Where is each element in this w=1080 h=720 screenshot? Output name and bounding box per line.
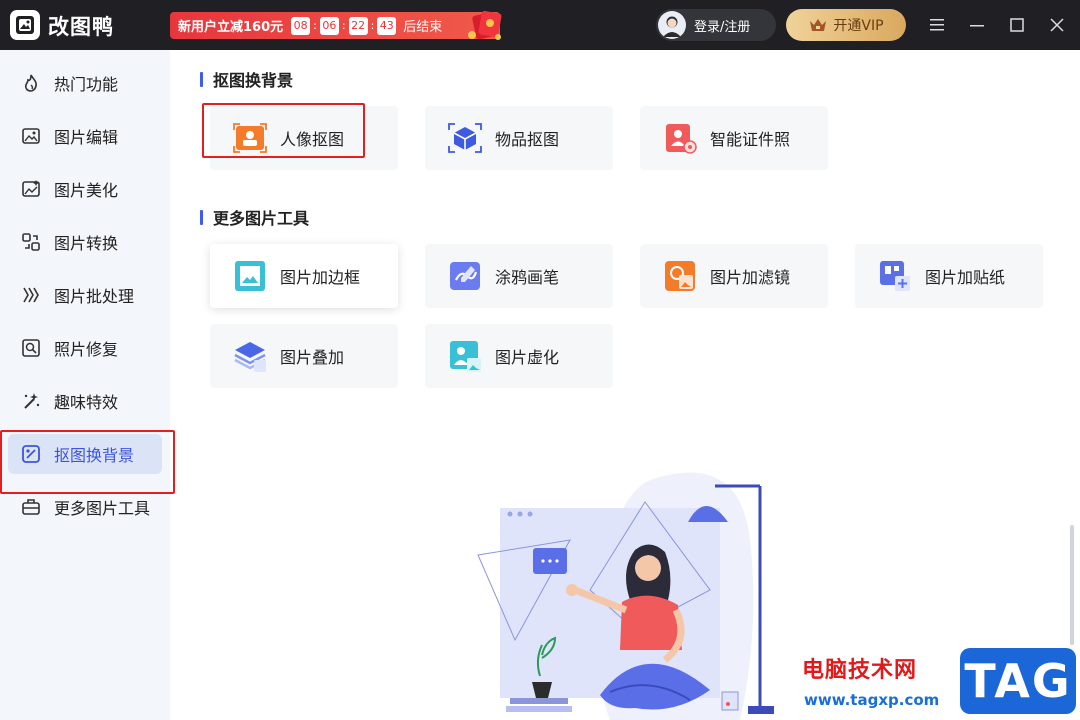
tool-card-frame[interactable]: 图片加边框 — [210, 244, 398, 308]
maximize-icon[interactable] — [1006, 14, 1028, 36]
sidebar-item-hot[interactable]: 热门功能 — [8, 63, 162, 103]
flame-icon — [20, 72, 42, 94]
photo-repair-icon — [20, 337, 42, 359]
tool-label: 图片加贴纸 — [925, 268, 1006, 287]
blur-icon — [447, 338, 483, 374]
close-icon[interactable] — [1046, 14, 1068, 36]
tool-label: 图片加滤镜 — [710, 268, 791, 287]
tool-card-filter[interactable]: 图片加滤镜 — [640, 244, 828, 308]
sidebar-item-batch[interactable]: 图片批处理 — [8, 275, 162, 315]
login-label: 登录/注册 — [694, 19, 751, 35]
layers-icon — [232, 338, 268, 374]
batch-icon — [20, 284, 42, 306]
title-bar: 改图鸭 新用户立减160元 08: 06: 22: 43 后结束 登录/注册 开… — [0, 0, 1080, 50]
sidebar-item-effects[interactable]: 趣味特效 — [8, 381, 162, 421]
sidebar-item-label: 图片批处理 — [54, 287, 135, 306]
crown-icon — [810, 19, 827, 31]
sidebar-item-label: 照片修复 — [54, 340, 119, 359]
watermark-text: 电脑技术网 — [802, 658, 918, 683]
sidebar-item-label: 更多图片工具 — [54, 499, 151, 518]
countdown-minutes: 06 — [319, 16, 339, 35]
tool-card-layers[interactable]: 图片叠加 — [210, 324, 398, 388]
promo-banner[interactable]: 新用户立减160元 08: 06: 22: 43 后结束 — [170, 10, 502, 40]
id-photo-icon — [662, 120, 698, 156]
tool-label: 图片虚化 — [495, 348, 560, 367]
tool-card-sticker[interactable]: 图片加贴纸 — [855, 244, 1043, 308]
tool-label: 图片加边框 — [280, 268, 361, 287]
scrollbar[interactable] — [1070, 525, 1074, 645]
tool-card-id-photo[interactable]: 智能证件照 — [640, 106, 828, 170]
filter-icon — [662, 258, 698, 294]
tool-label: 物品抠图 — [495, 130, 560, 149]
image-beautify-icon — [20, 178, 42, 200]
sticker-icon — [877, 258, 913, 294]
frame-icon — [232, 258, 268, 294]
empty-state-illustration — [477, 472, 774, 720]
highlight-box-portrait-cutout — [202, 103, 365, 158]
promo-suffix: 后结束 — [403, 20, 443, 35]
sidebar-item-convert[interactable]: 图片转换 — [8, 222, 162, 262]
app-title: 改图鸭 — [48, 15, 114, 39]
tool-card-object-cutout[interactable]: 物品抠图 — [425, 106, 613, 170]
sidebar-item-edit[interactable]: 图片编辑 — [8, 116, 162, 156]
sidebar-item-label: 趣味特效 — [54, 393, 119, 412]
magic-wand-icon — [20, 390, 42, 412]
toolbox-icon — [20, 496, 42, 518]
app-logo-icon — [10, 10, 40, 40]
watermark-url: www.tagxp.com — [804, 691, 940, 709]
red-envelope-icon — [468, 10, 502, 40]
tool-label: 智能证件照 — [710, 130, 791, 149]
countdown-seconds: 22 — [348, 16, 368, 35]
brush-icon — [447, 258, 483, 294]
vip-label: 开通VIP — [833, 18, 884, 34]
convert-icon — [20, 231, 42, 253]
sidebar-item-label: 图片美化 — [54, 181, 119, 200]
menu-icon[interactable] — [926, 14, 948, 36]
promo-text: 新用户立减160元 — [178, 20, 284, 35]
sidebar-item-label: 热门功能 — [54, 75, 119, 94]
watermark-tag-logo: TAG — [960, 648, 1076, 714]
object-cutout-icon — [447, 120, 483, 156]
minimize-icon[interactable] — [966, 14, 988, 36]
login-button[interactable]: 登录/注册 — [656, 9, 776, 41]
tool-card-blur[interactable]: 图片虚化 — [425, 324, 613, 388]
vip-button[interactable]: 开通VIP — [786, 9, 906, 41]
section-title-more-tools: 更多图片工具 — [200, 205, 309, 229]
tool-label: 图片叠加 — [280, 348, 345, 367]
sidebar-item-label: 图片编辑 — [54, 128, 119, 147]
image-edit-icon — [20, 125, 42, 147]
tool-card-brush[interactable]: 涂鸦画笔 — [425, 244, 613, 308]
section-title-cutout: 抠图换背景 — [200, 67, 293, 91]
avatar — [658, 11, 686, 39]
sidebar-item-label: 图片转换 — [54, 234, 119, 253]
highlight-box-sidebar — [0, 430, 175, 494]
sidebar-item-beautify[interactable]: 图片美化 — [8, 169, 162, 209]
tool-label: 涂鸦画笔 — [495, 268, 560, 287]
countdown-centiseconds: 43 — [377, 16, 397, 35]
countdown-hours: 08 — [291, 16, 311, 35]
sidebar-item-repair[interactable]: 照片修复 — [8, 328, 162, 368]
